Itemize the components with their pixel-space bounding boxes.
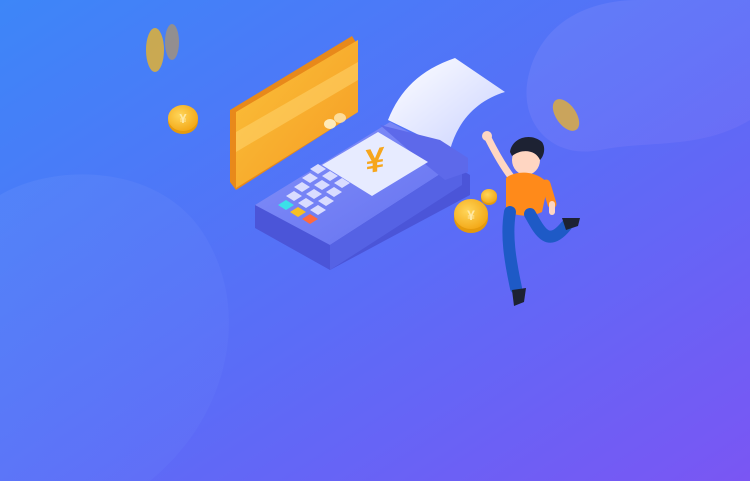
coin-icon: ¥: [168, 105, 198, 134]
coin-icon: ¥: [454, 199, 488, 233]
illustration-svg: ¥ ¥ ¥: [0, 0, 750, 481]
coin-symbol: ¥: [467, 207, 475, 223]
coin-symbol: ¥: [179, 111, 187, 126]
screen-currency-symbol: ¥: [366, 140, 385, 181]
coin-icon: [481, 189, 497, 205]
payment-illustration: ¥ ¥ ¥: [0, 0, 750, 481]
